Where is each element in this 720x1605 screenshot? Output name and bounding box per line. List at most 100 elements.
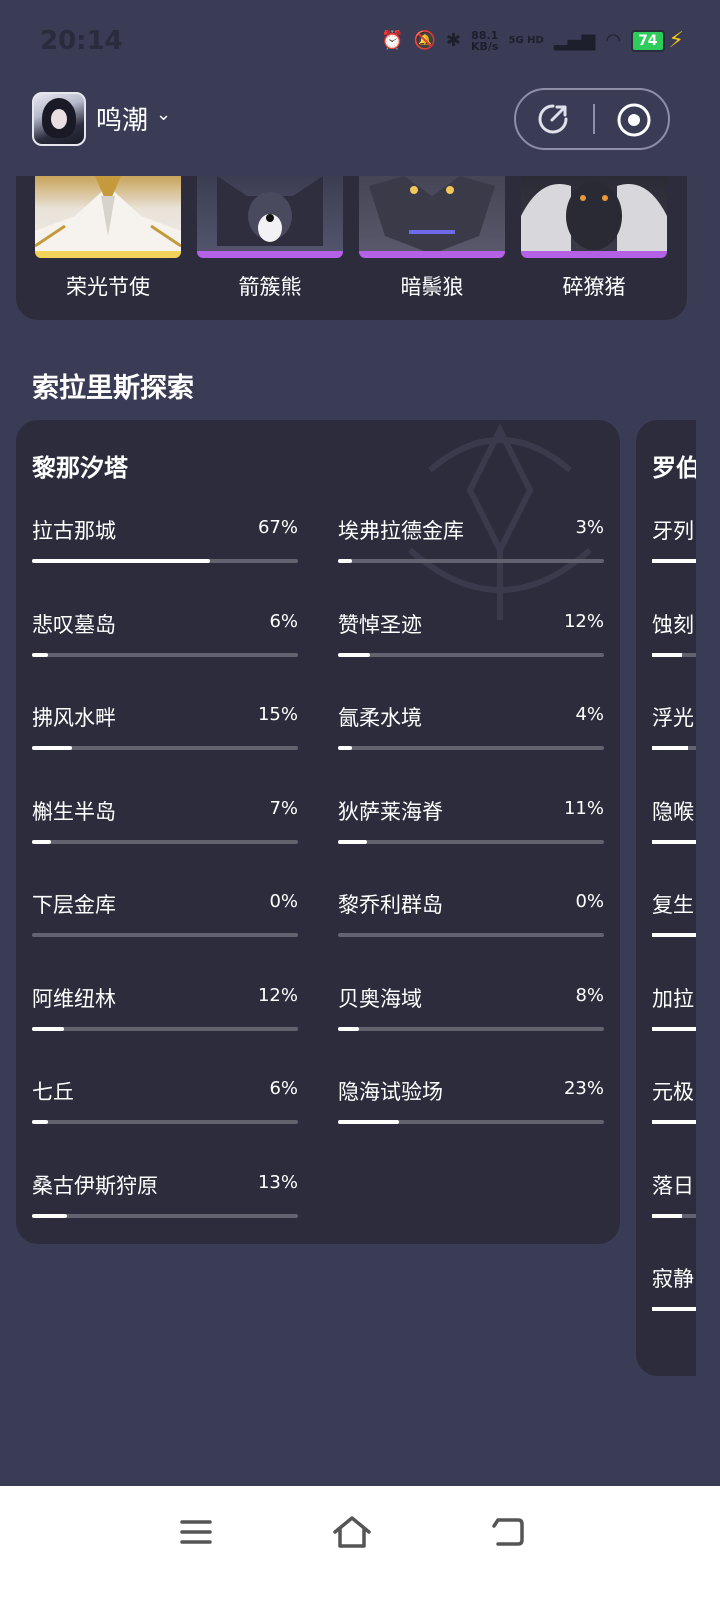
next-area-item[interactable]: 复生 bbox=[652, 889, 696, 959]
next-area-item[interactable]: 加拉 bbox=[652, 983, 696, 1053]
area-progress-item[interactable]: 贝奥海域 8% bbox=[338, 983, 604, 1053]
monster-name: 箭簇熊 bbox=[238, 275, 302, 299]
progress-track bbox=[338, 1120, 604, 1124]
area-progress-item[interactable]: 拉古那城 67% bbox=[32, 515, 298, 585]
next-area-item[interactable]: 隐喉 bbox=[652, 796, 696, 866]
next-region-card[interactable]: 罗伯 牙列蚀刻浮光隐喉复生加拉元极落日寂静 bbox=[636, 420, 696, 1376]
area-progress-item[interactable]: 赞悼圣迹 12% bbox=[338, 609, 604, 679]
area-progress-item[interactable]: 隐海试验场 23% bbox=[338, 1076, 604, 1146]
next-area-item[interactable]: 浮光 bbox=[652, 702, 696, 772]
progress-track bbox=[652, 1213, 696, 1218]
area-percent: 6% bbox=[269, 1078, 298, 1099]
area-progress-item[interactable]: 狄萨莱海脊 11% bbox=[338, 796, 604, 866]
home-icon[interactable] bbox=[330, 1510, 374, 1554]
wifi-icon: ◠ bbox=[605, 30, 622, 51]
next-area-item[interactable]: 元极 bbox=[652, 1076, 696, 1146]
next-area-name: 元极 bbox=[652, 1080, 694, 1104]
progress-fill bbox=[32, 1120, 48, 1124]
mute-icon: 🔕 bbox=[413, 30, 436, 51]
area-progress-item[interactable]: 悲叹墓岛 6% bbox=[32, 609, 298, 679]
monster-item[interactable]: 碎獠猪 bbox=[521, 176, 667, 306]
monster-name: 暗鬃狼 bbox=[400, 275, 464, 299]
monster-portrait bbox=[521, 176, 667, 258]
area-progress-item[interactable]: 七丘 6% bbox=[32, 1076, 298, 1146]
area-name: 下层金库 bbox=[32, 893, 116, 917]
area-percent: 0% bbox=[575, 891, 604, 912]
next-area-name: 落日 bbox=[652, 1173, 694, 1198]
area-percent: 11% bbox=[563, 797, 604, 819]
back-icon[interactable] bbox=[486, 1510, 530, 1554]
area-percent: 67% bbox=[257, 517, 298, 538]
record-icon[interactable] bbox=[616, 102, 652, 138]
status-bar: 20:14 ⏰ 🔕 ✱ 88.1 KB/s 5G HD ▂▄▆ ◠ 74 ⚡ bbox=[0, 0, 720, 82]
chevron-down-icon[interactable]: ⌄ bbox=[156, 104, 171, 125]
area-progress-item[interactable]: 黎乔利群岛 0% bbox=[338, 889, 604, 959]
progress-track bbox=[652, 559, 696, 563]
area-progress-item[interactable]: 阿维纽林 12% bbox=[32, 983, 298, 1053]
progress-fill bbox=[652, 933, 696, 937]
progress-track bbox=[652, 1120, 696, 1124]
area-progress-item[interactable]: 埃弗拉德金库 3% bbox=[338, 515, 604, 585]
area-percent: 4% bbox=[575, 704, 604, 725]
next-area-name: 寂静 bbox=[652, 1267, 694, 1291]
monster-portrait bbox=[197, 176, 343, 258]
area-percent: 23% bbox=[563, 1078, 604, 1099]
section-title: 索拉里斯探索 bbox=[32, 373, 194, 404]
progress-fill bbox=[338, 1120, 400, 1124]
progress-fill bbox=[652, 746, 688, 750]
progress-track bbox=[32, 933, 298, 937]
battery-indicator: 74 ⚡ bbox=[631, 28, 684, 53]
area-percent: 0% bbox=[269, 891, 298, 912]
rarity-bar bbox=[359, 251, 505, 258]
progress-track bbox=[338, 746, 604, 750]
rarity-bar bbox=[521, 251, 667, 258]
area-name: 氤柔水境 bbox=[338, 706, 422, 730]
area-progress-item[interactable]: 下层金库 0% bbox=[32, 889, 298, 959]
progress-track bbox=[652, 746, 696, 750]
next-area-item[interactable]: 蚀刻 bbox=[652, 609, 696, 679]
next-area-item[interactable]: 落日 bbox=[652, 1170, 696, 1240]
progress-track bbox=[32, 1120, 298, 1124]
next-area-name: 加拉 bbox=[652, 986, 694, 1011]
next-area-name: 蚀刻 bbox=[652, 612, 694, 637]
progress-fill bbox=[338, 1026, 360, 1031]
avatar[interactable] bbox=[32, 92, 86, 146]
region-card[interactable]: 黎那汐塔 拉古那城 67% 埃弗拉德金库 3% 悲叹墓岛 6% 赞悼圣迹 12% 拂风水畔 15%… bbox=[16, 420, 620, 1244]
app-header: 鸣潮 ⌄ bbox=[0, 82, 720, 178]
progress-track bbox=[338, 839, 604, 844]
area-name: 悲叹墓岛 bbox=[32, 612, 116, 637]
progress-fill bbox=[652, 1307, 696, 1311]
menu-icon[interactable] bbox=[174, 1510, 218, 1554]
next-region-name: 罗伯 bbox=[652, 454, 696, 482]
bluetooth-icon: ✱ bbox=[445, 30, 461, 51]
area-percent: 7% bbox=[269, 797, 298, 819]
monster-item[interactable]: 荣光节使 bbox=[35, 176, 181, 306]
signal-icon: ▂▄▆ bbox=[553, 30, 596, 51]
area-progress-item[interactable]: 拂风水畔 15% bbox=[32, 702, 298, 772]
progress-fill bbox=[338, 839, 368, 844]
area-percent: 8% bbox=[575, 984, 604, 1006]
game-switcher-label[interactable]: 鸣潮 bbox=[96, 100, 148, 137]
area-percent: 6% bbox=[269, 610, 298, 632]
next-area-item[interactable]: 寂静 bbox=[652, 1263, 696, 1333]
area-progress-item[interactable]: 桑古伊斯狩原 13% bbox=[32, 1170, 298, 1240]
area-progress-item[interactable]: 氤柔水境 4% bbox=[338, 702, 604, 772]
progress-fill bbox=[32, 746, 72, 750]
progress-track bbox=[32, 652, 298, 657]
progress-track bbox=[338, 559, 604, 563]
progress-fill bbox=[32, 559, 211, 563]
system-nav-bar bbox=[0, 1486, 720, 1605]
monster-item[interactable]: 箭簇熊 bbox=[197, 176, 343, 306]
progress-track bbox=[338, 933, 604, 937]
next-area-name: 复生 bbox=[652, 893, 694, 917]
progress-track bbox=[32, 1213, 298, 1218]
monster-item[interactable]: 暗鬃狼 bbox=[359, 176, 505, 306]
area-name: 隐海试验场 bbox=[338, 1080, 443, 1104]
next-area-item[interactable]: 牙列 bbox=[652, 515, 696, 585]
next-area-name: 牙列 bbox=[652, 519, 694, 543]
progress-track bbox=[652, 652, 696, 657]
area-progress-item[interactable]: 槲生半岛 7% bbox=[32, 796, 298, 866]
rarity-bar bbox=[35, 251, 181, 258]
area-percent: 12% bbox=[563, 610, 604, 632]
share-icon[interactable] bbox=[536, 102, 570, 136]
